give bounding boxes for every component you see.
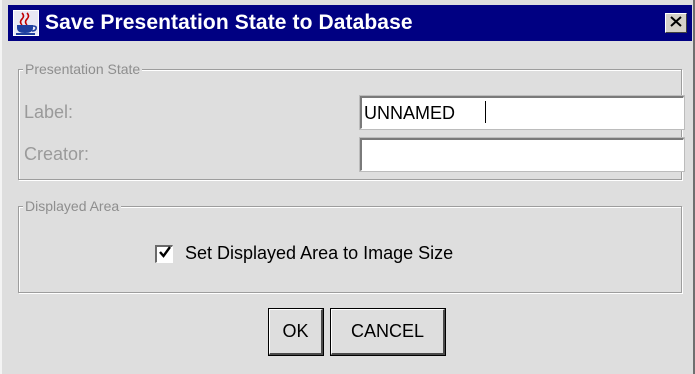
- creator-caption: Creator:: [24, 144, 90, 164]
- label-input-value: UNNAMED: [364, 103, 456, 123]
- set-displayed-area-checkbox[interactable]: [155, 244, 173, 263]
- set-displayed-area-label[interactable]: Set Displayed Area to Image Size: [185, 243, 453, 264]
- java-cup-icon: [13, 10, 39, 36]
- cancel-button[interactable]: CANCEL: [330, 308, 446, 356]
- creator-input[interactable]: [359, 137, 685, 172]
- checkmark-icon: [158, 245, 171, 263]
- close-button[interactable]: [665, 13, 687, 33]
- displayed-area-legend: Displayed Area: [23, 198, 122, 214]
- text-caret: [485, 101, 486, 123]
- set-displayed-area-option[interactable]: Set Displayed Area to Image Size: [155, 243, 453, 264]
- close-icon: [670, 14, 682, 32]
- window-title: Save Presentation State to Database: [45, 11, 413, 34]
- label-caption: Label:: [24, 102, 74, 122]
- label-input[interactable]: UNNAMED: [359, 95, 685, 130]
- title-bar[interactable]: Save Presentation State to Database: [8, 5, 692, 41]
- presentation-state-legend: Presentation State: [23, 61, 143, 77]
- dialog-window: Save Presentation State to Database Pres…: [0, 0, 695, 374]
- ok-button[interactable]: OK: [268, 308, 324, 356]
